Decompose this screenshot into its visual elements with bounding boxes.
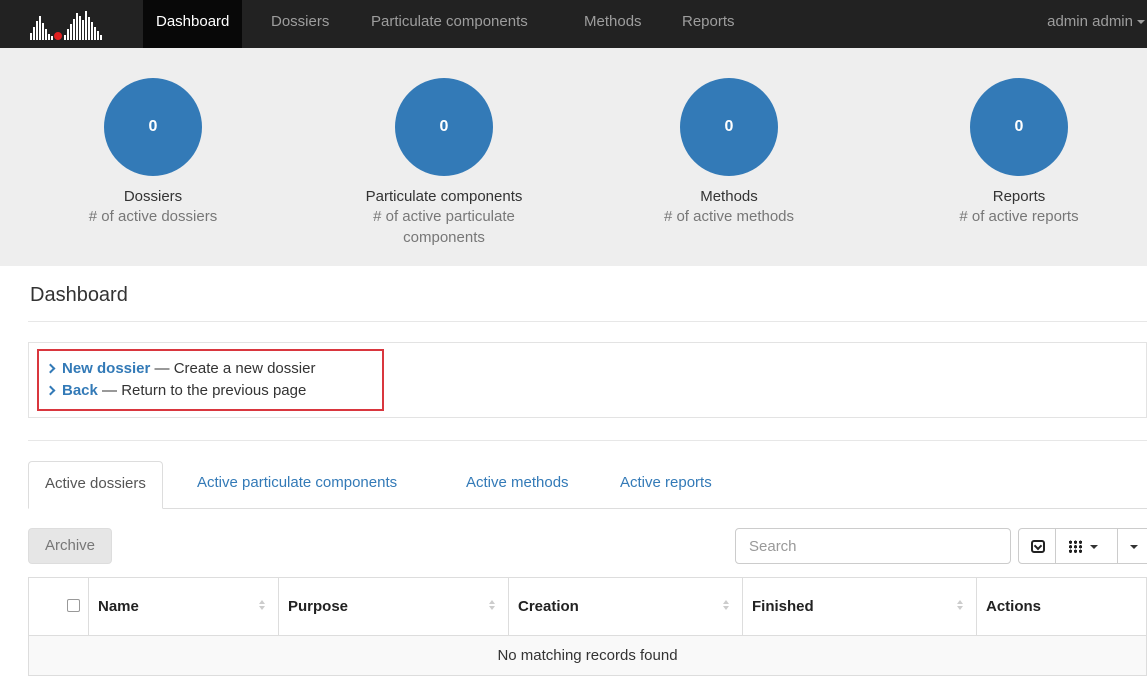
stat-subtitle: # of active reports [959, 208, 1079, 225]
action-description: — Create a new dossier [150, 360, 316, 377]
action-new-dossier: New dossier — Create a new dossier [45, 358, 382, 380]
column-label: Name [98, 598, 139, 615]
user-menu[interactable]: admin admin [1047, 0, 1147, 48]
stat-count: 0 [104, 78, 202, 176]
stat-title: Reports [992, 188, 1046, 205]
columns-grid-icon [1068, 540, 1083, 553]
column-label: Actions [986, 598, 1042, 615]
archive-button[interactable]: Archive [28, 528, 112, 564]
column-actions: Actions [976, 577, 1147, 636]
column-name[interactable]: Name [88, 577, 279, 636]
chevron-right-icon [45, 363, 56, 374]
stat-title: Particulate components [365, 188, 523, 205]
stat-title: Dossiers [123, 188, 183, 205]
divider [28, 321, 1147, 322]
select-all-header [28, 577, 89, 636]
user-name: admin admin [1047, 13, 1133, 30]
chevron-right-icon [45, 385, 56, 396]
column-finished[interactable]: Finished [742, 577, 977, 636]
column-label: Creation [518, 598, 579, 615]
search-input[interactable] [735, 528, 1011, 564]
stat-subtitle: # of active dossiers [88, 208, 218, 225]
action-back: Back — Return to the previous page [45, 380, 382, 402]
stat-subtitle: # of active particulate components [373, 208, 515, 246]
nav-dashboard[interactable]: Dashboard [143, 0, 243, 48]
stats-panel: 0 Dossiers # of active dossiers 0 Partic… [0, 48, 1147, 266]
stat-subtitle: # of active methods [663, 208, 795, 225]
sort-icon [489, 600, 496, 614]
page-title: Dashboard [30, 284, 128, 306]
export-caret-icon [1130, 545, 1138, 549]
table-header-row: Name Purpose Creation Finished Actions [28, 577, 1147, 636]
top-navbar: Dashboard Dossiers Particulate component… [0, 0, 1147, 48]
back-link[interactable]: Back [62, 382, 98, 399]
toggle-view-icon [1031, 540, 1045, 553]
dossiers-table: Name Purpose Creation Finished Actions N… [28, 577, 1147, 676]
stat-dossiers: 0 Dossiers # of active dossiers [23, 48, 283, 227]
tab-active-methods[interactable]: Active methods [450, 461, 585, 509]
tab-active-particulate-components[interactable]: Active particulate components [181, 461, 413, 509]
select-all-checkbox[interactable] [67, 599, 80, 612]
new-dossier-link[interactable]: New dossier [62, 360, 150, 377]
nav-reports[interactable]: Reports [669, 0, 748, 48]
tab-active-reports[interactable]: Active reports [604, 461, 728, 509]
nav-methods[interactable]: Methods [571, 0, 655, 48]
nav-particulate-components[interactable]: Particulate components [358, 0, 541, 48]
action-description: — Return to the previous page [97, 382, 307, 399]
caret-down-icon [1137, 20, 1145, 25]
stat-methods: 0 Methods # of active methods [599, 48, 859, 227]
stat-count: 0 [395, 78, 493, 176]
sort-icon [259, 600, 266, 614]
nav-dossiers[interactable]: Dossiers [258, 0, 342, 48]
stat-count: 0 [970, 78, 1068, 176]
column-creation[interactable]: Creation [508, 577, 743, 636]
export-button[interactable] [1117, 528, 1147, 564]
sort-icon [723, 600, 730, 614]
columns-button[interactable] [1055, 528, 1118, 564]
tab-active-dossiers[interactable]: Active dossiers [28, 461, 163, 509]
actions-list: New dossier — Create a new dossier Back … [37, 349, 384, 411]
toggle-view-button[interactable] [1018, 528, 1056, 564]
brand-logo[interactable] [28, 7, 128, 41]
empty-message: No matching records found [28, 635, 1147, 676]
column-purpose[interactable]: Purpose [278, 577, 509, 636]
stat-title: Methods [700, 188, 758, 205]
stat-particulate-components: 0 Particulate components # of active par… [314, 48, 574, 248]
stat-reports: 0 Reports # of active reports [889, 48, 1147, 227]
stat-count: 0 [680, 78, 778, 176]
caret-down-icon [1090, 545, 1098, 549]
sort-icon [957, 600, 964, 614]
divider [28, 440, 1147, 441]
column-label: Finished [752, 598, 814, 615]
column-label: Purpose [288, 598, 349, 615]
table-row: No matching records found [28, 635, 1147, 676]
